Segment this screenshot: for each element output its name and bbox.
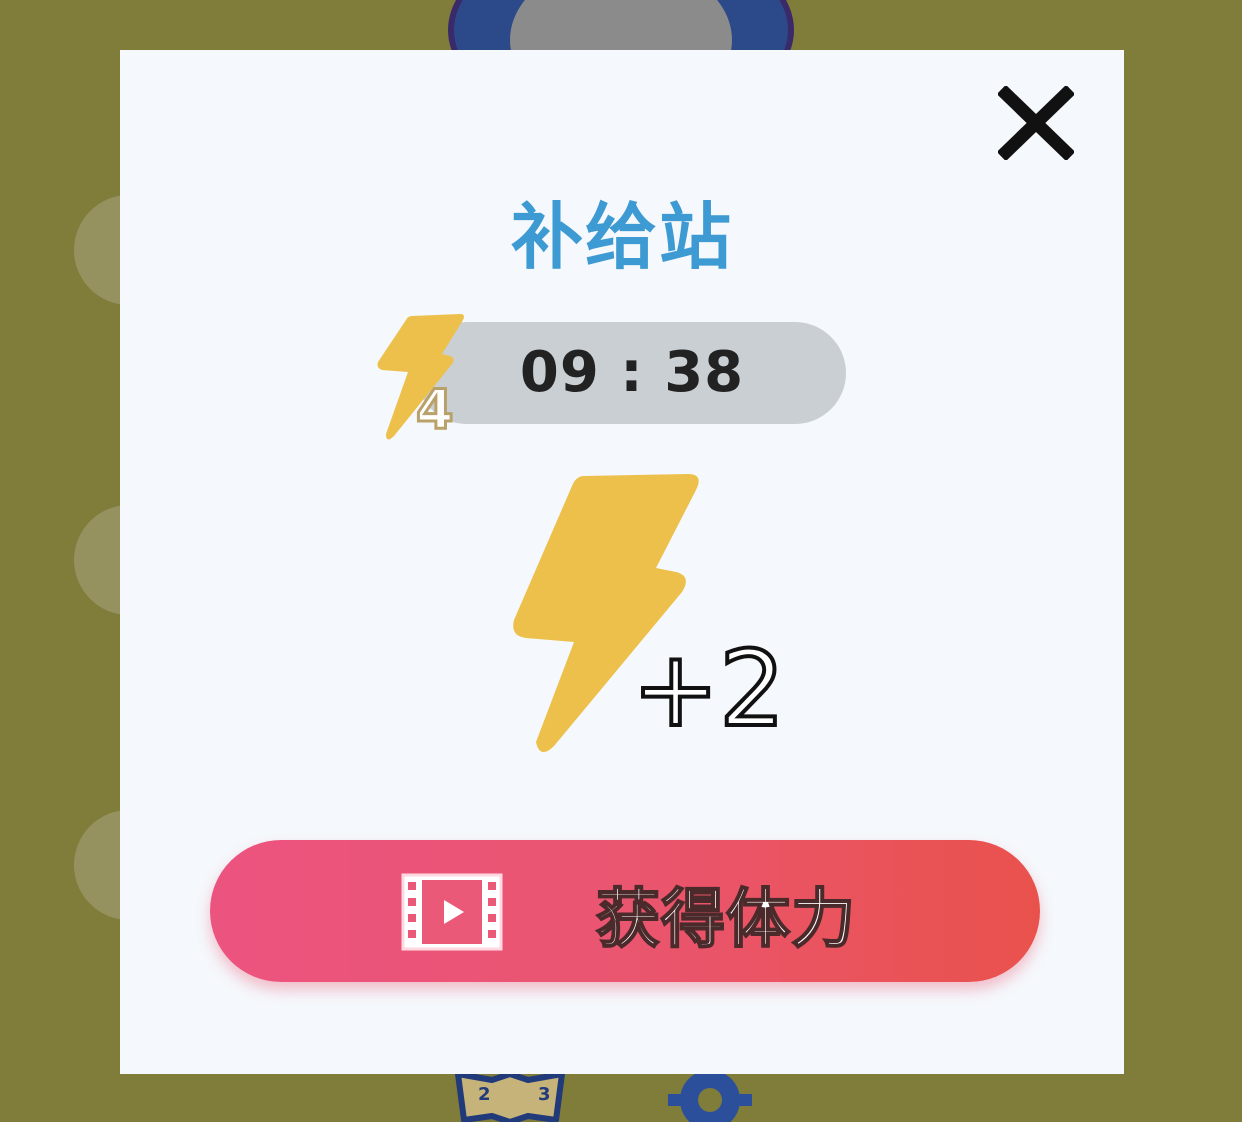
svg-text:2: 2: [478, 1084, 491, 1105]
dialog-title: 补给站: [510, 195, 733, 279]
energy-count: 4: [415, 377, 456, 443]
get-energy-button-label: 获得体力: [595, 882, 856, 958]
energy-reward-amount: +2: [630, 626, 787, 752]
video-play-icon: [401, 873, 503, 951]
svg-text:3: 3: [538, 1084, 551, 1105]
level-board-icon: 2 3: [455, 1071, 565, 1122]
close-icon[interactable]: [998, 86, 1074, 160]
game-screen: 2 3 补给站 09 : 38 4 +2 获得体力: [0, 0, 1242, 1122]
energy-refill-timer: 09 : 38: [519, 340, 745, 405]
